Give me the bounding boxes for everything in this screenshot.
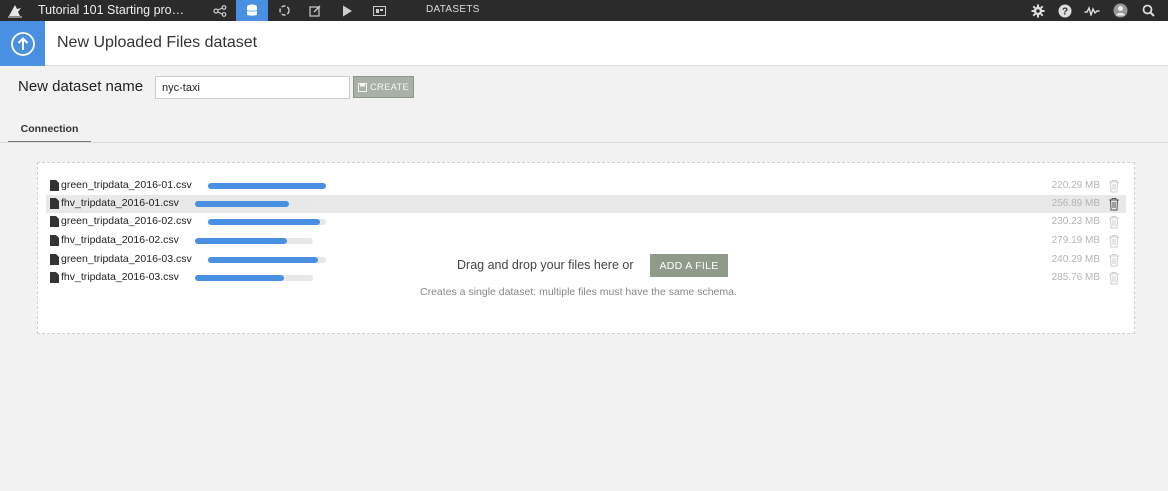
trash-icon[interactable] bbox=[1108, 197, 1120, 211]
file-row: green_tripdata_2016-01.csv 220.29 MB bbox=[46, 177, 1126, 195]
upload-progress-bar bbox=[208, 257, 326, 263]
file-icon bbox=[50, 216, 59, 227]
upload-progress-fill bbox=[195, 238, 288, 244]
tab-connection[interactable]: Connection bbox=[8, 117, 91, 143]
file-dropzone[interactable]: green_tripdata_2016-01.csv 220.29 MB fhv… bbox=[37, 162, 1135, 334]
section-label: DATASETS bbox=[426, 4, 480, 15]
file-name: fhv_tripdata_2016-02.csv bbox=[61, 234, 179, 246]
file-size: 285.76 MB bbox=[1051, 272, 1100, 283]
file-size: 240.29 MB bbox=[1051, 254, 1100, 265]
file-icon bbox=[50, 254, 59, 265]
upload-progress-bar bbox=[195, 275, 313, 281]
file-icon bbox=[50, 180, 59, 191]
search-icon[interactable] bbox=[1137, 0, 1159, 21]
file-icon bbox=[50, 198, 59, 209]
tab-divider bbox=[0, 142, 1168, 143]
add-file-button[interactable]: ADD A FILE bbox=[650, 254, 728, 277]
trash-icon[interactable] bbox=[1108, 253, 1120, 267]
upload-progress-bar bbox=[195, 238, 313, 244]
trash-icon[interactable] bbox=[1108, 271, 1120, 285]
upload-progress-fill bbox=[195, 275, 284, 281]
save-icon bbox=[357, 82, 367, 92]
dropzone-hint: Creates a single dataset: multiple files… bbox=[420, 286, 737, 298]
project-title[interactable]: Tutorial 101 Starting pro… bbox=[38, 3, 184, 17]
dataset-name-label: New dataset name bbox=[18, 78, 144, 95]
file-icon bbox=[50, 235, 59, 246]
drag-drop-text: Drag and drop your files here or bbox=[457, 258, 634, 272]
upload-progress-fill bbox=[208, 183, 326, 189]
trash-icon[interactable] bbox=[1108, 234, 1120, 248]
trash-icon[interactable] bbox=[1108, 215, 1120, 229]
datasets-icon[interactable] bbox=[236, 0, 268, 21]
dataset-name-input[interactable] bbox=[155, 76, 350, 99]
recipes-icon[interactable] bbox=[268, 0, 300, 21]
file-name: green_tripdata_2016-01.csv bbox=[61, 179, 192, 191]
file-name: fhv_tripdata_2016-03.csv bbox=[61, 271, 179, 283]
file-size: 256.89 MB bbox=[1051, 198, 1100, 209]
upload-progress-bar bbox=[208, 219, 326, 225]
page-header: New Uploaded Files dataset bbox=[0, 21, 1168, 66]
upload-progress-bar bbox=[195, 201, 313, 207]
user-icon[interactable] bbox=[1109, 0, 1131, 21]
file-name: green_tripdata_2016-03.csv bbox=[61, 253, 192, 265]
play-icon[interactable] bbox=[331, 0, 363, 21]
file-name: fhv_tripdata_2016-01.csv bbox=[61, 197, 179, 209]
upload-progress-fill bbox=[208, 219, 321, 225]
file-row: fhv_tripdata_2016-01.csv 256.89 MB bbox=[46, 195, 1126, 213]
gear-icon[interactable] bbox=[1027, 0, 1049, 21]
page-title: New Uploaded Files dataset bbox=[57, 34, 258, 51]
notebooks-icon[interactable] bbox=[299, 0, 331, 21]
top-navigation-bar: Tutorial 101 Starting pro… DATASETS ? bbox=[0, 0, 1168, 21]
file-row: fhv_tripdata_2016-02.csv 279.19 MB bbox=[46, 232, 1126, 250]
dashboard-icon[interactable] bbox=[363, 0, 395, 21]
create-label: CREATE bbox=[369, 81, 410, 93]
file-size: 220.29 MB bbox=[1051, 180, 1100, 191]
dataiku-logo-icon[interactable] bbox=[0, 0, 30, 21]
svg-text:?: ? bbox=[1062, 6, 1068, 17]
help-icon[interactable]: ? bbox=[1054, 0, 1076, 21]
flow-icon[interactable] bbox=[204, 0, 236, 21]
file-size: 230.23 MB bbox=[1051, 216, 1100, 227]
trash-icon[interactable] bbox=[1108, 179, 1120, 193]
file-row: green_tripdata_2016-02.csv 230.23 MB bbox=[46, 213, 1126, 231]
upload-progress-fill bbox=[195, 201, 290, 207]
upload-progress-fill bbox=[208, 257, 318, 263]
upload-progress-bar bbox=[208, 183, 326, 189]
create-button[interactable]: CREATE bbox=[353, 76, 414, 98]
file-name: green_tripdata_2016-02.csv bbox=[61, 215, 192, 227]
file-size: 279.19 MB bbox=[1051, 235, 1100, 246]
file-icon bbox=[50, 272, 59, 283]
upload-icon bbox=[0, 21, 45, 66]
activity-icon[interactable] bbox=[1081, 0, 1103, 21]
